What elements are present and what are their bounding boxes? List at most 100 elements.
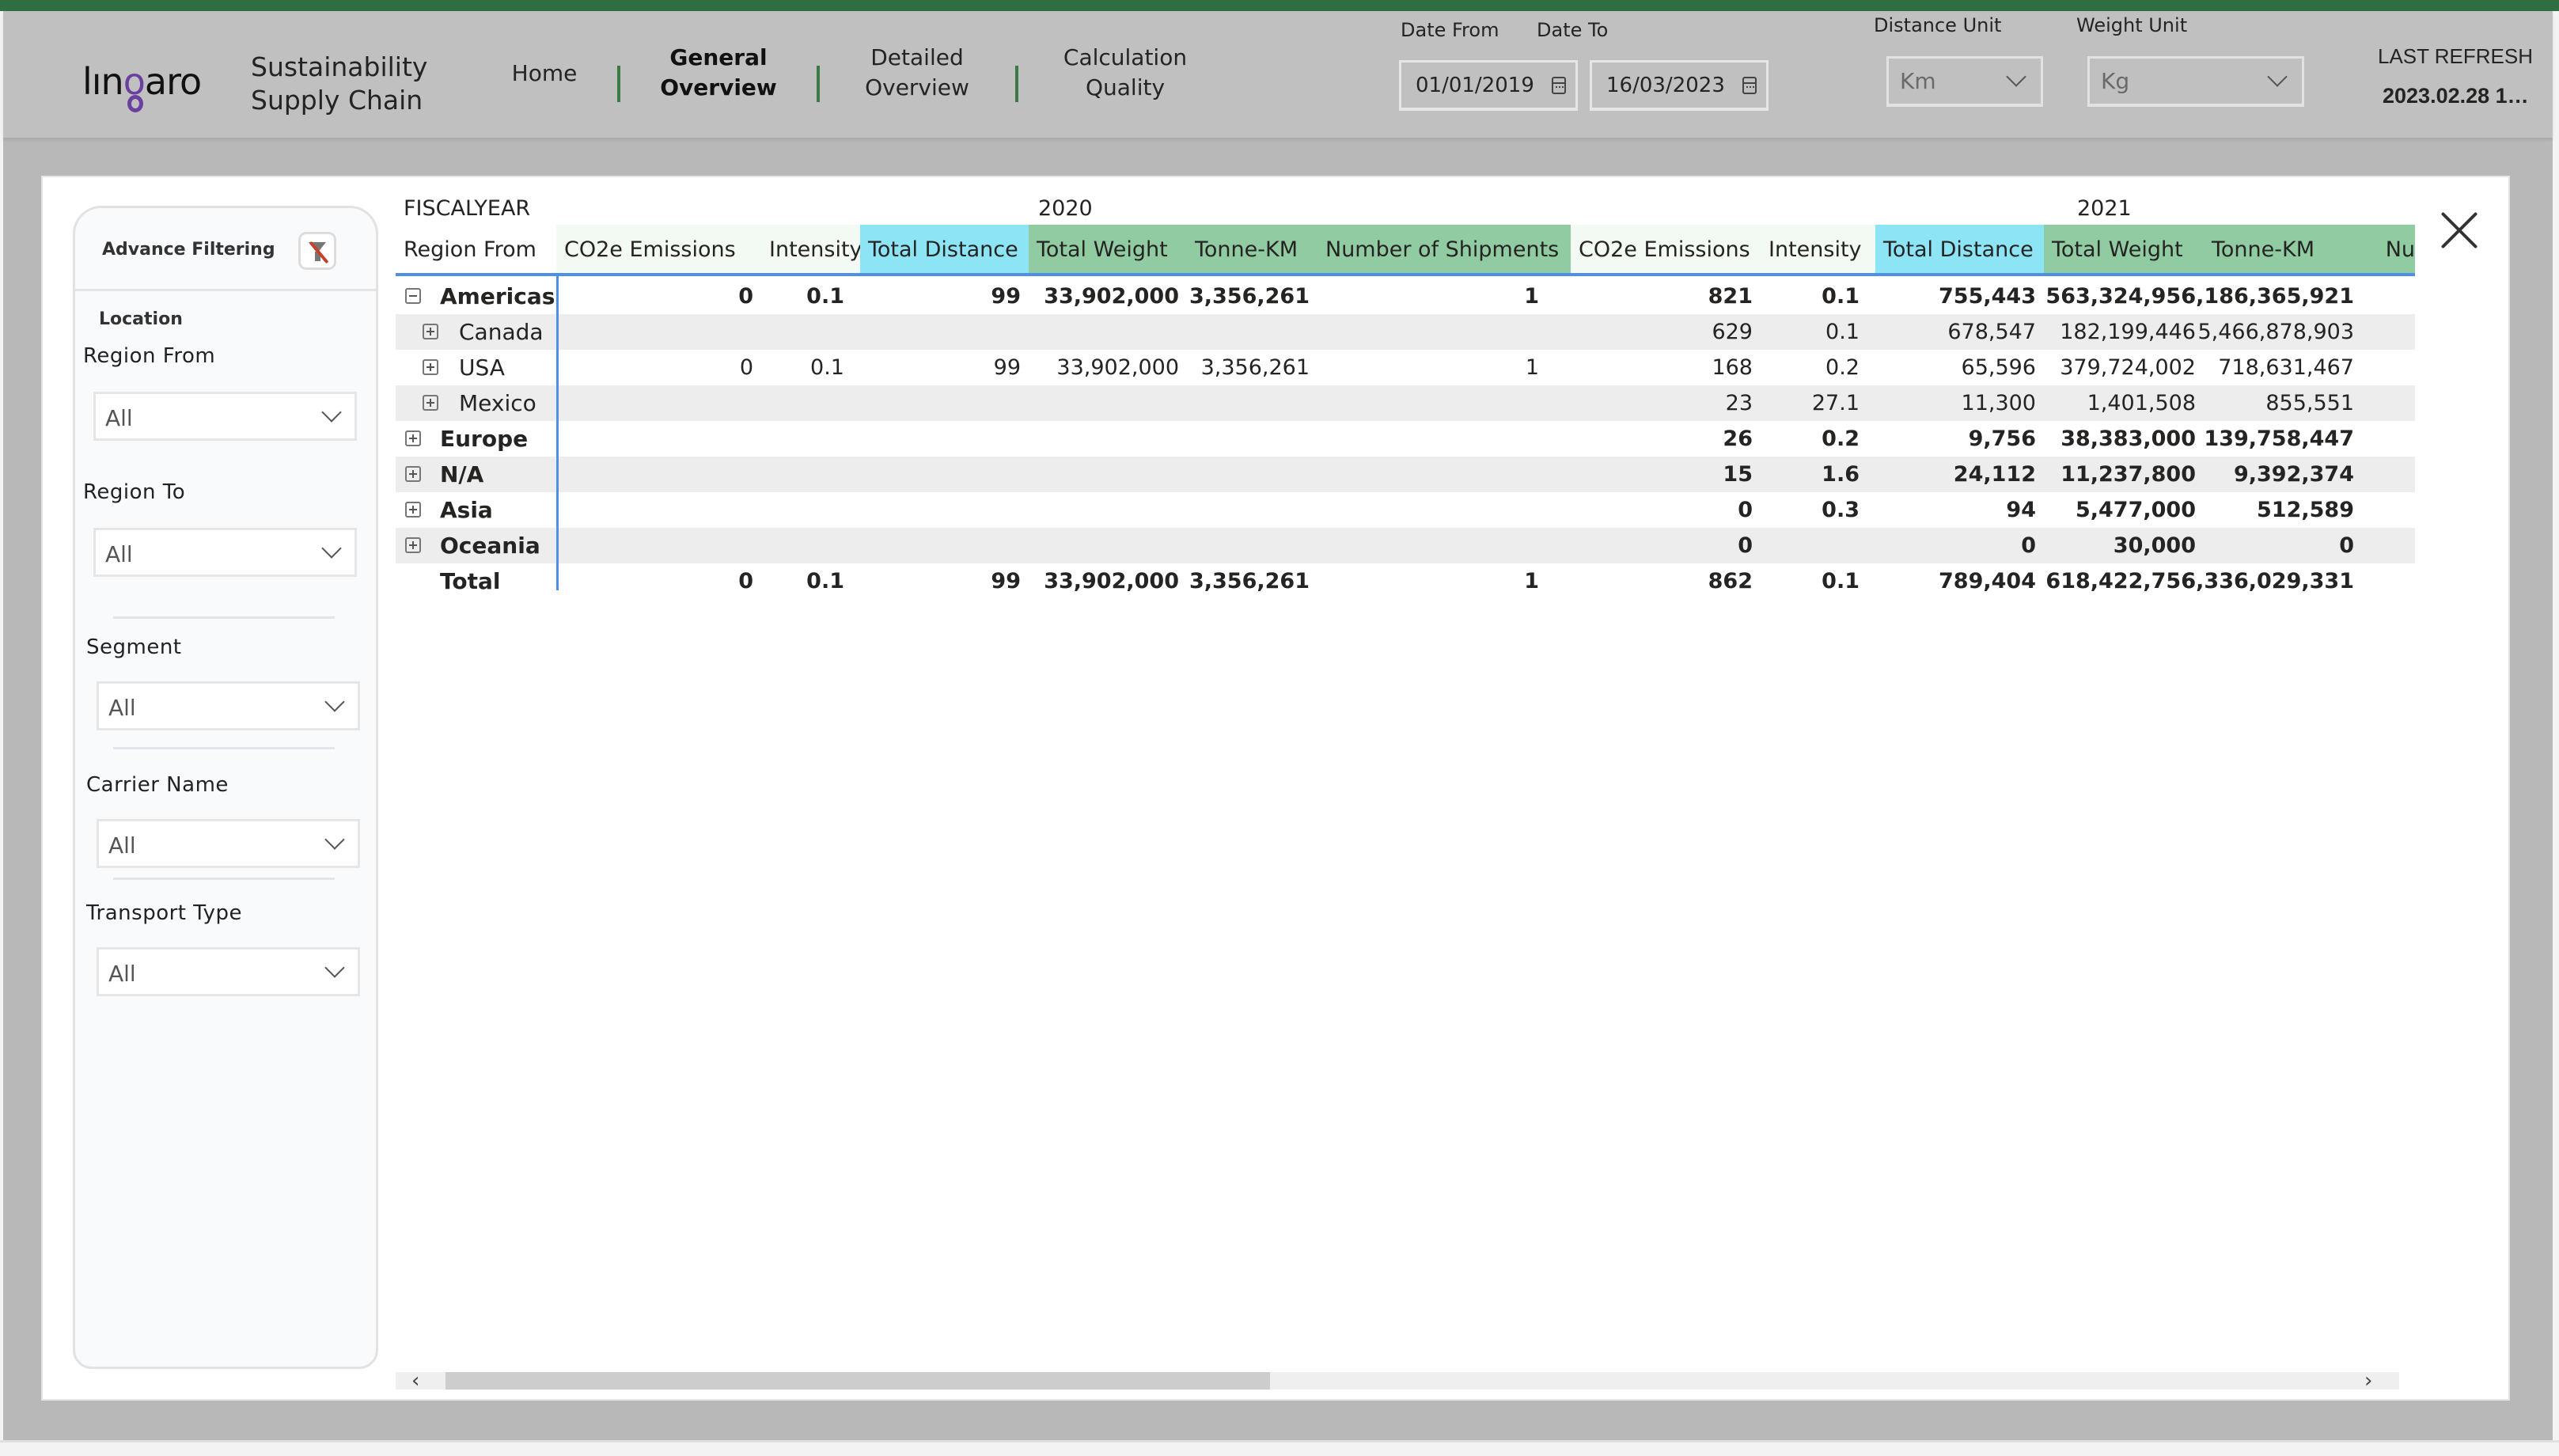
cell-2020-intensity: 0.1 [806, 569, 844, 593]
column-header-2021-total-distance[interactable]: Total Distance [1875, 225, 2044, 274]
scroll-left-arrow[interactable]: ‹ [411, 1369, 419, 1393]
segment-label: Segment [86, 635, 182, 659]
cell-2021-intensity: 1.6 [1822, 462, 1860, 487]
horizontal-scrollbar[interactable]: ‹ › [396, 1369, 2399, 1393]
cell-2021-intensity: 0.1 [1822, 569, 1860, 593]
expand-plus-icon[interactable] [423, 359, 438, 375]
table-row[interactable]: Canada 629 0.1 678,547 182,199,446 5,466,878,… [396, 314, 2415, 350]
expand-plus-icon[interactable] [405, 537, 421, 553]
nav-detailed-overview-line1: Detailed [870, 44, 964, 70]
close-icon[interactable] [2437, 207, 2481, 252]
cell-2021-total-distance: 94 [2006, 498, 2036, 522]
lingaro-logo: lınoaro [82, 59, 209, 114]
column-header-2020-total-weight[interactable]: Total Weight [1029, 225, 1187, 274]
column-header-2020-co2e-emissions[interactable]: CO2e Emissions [556, 225, 761, 274]
calendar-icon[interactable] [1552, 77, 1566, 94]
cell-2020-total-distance: 99 [993, 355, 1021, 380]
table-row[interactable]: Mexico 23 27.1 11,300 1,401,508 855,551 [396, 385, 2415, 421]
cell-2021-total-weight: 38,383,000 [2060, 427, 2196, 451]
fiscal-year-header: FISCALYEAR [404, 196, 531, 221]
expand-plus-icon[interactable] [423, 324, 438, 339]
table-row[interactable]: Americas 0 0.1 99 33,902,000 3,356,261 1 821 0.1… [396, 279, 2415, 314]
segment-dropdown[interactable]: All [97, 681, 360, 730]
distance-unit-value: Km [1900, 68, 1936, 94]
column-header-2020-total-distance[interactable]: Total Distance [860, 225, 1029, 274]
expand-plus-icon[interactable] [405, 466, 421, 482]
cell-2020-number-of-shipments: 1 [1524, 569, 1539, 593]
row-label: Total [440, 568, 501, 594]
nav-detailed-overview[interactable]: Detailed Overview [850, 43, 984, 103]
expand-plus-icon[interactable] [405, 502, 421, 518]
filter-panel-title: Advance Filtering [102, 240, 275, 260]
cell-2021-tonne-km: 718,631,467 [2218, 355, 2354, 380]
cell-2021-tonne-km: 9,392,374 [2233, 462, 2354, 487]
column-header-2021-total-weight[interactable]: Total Weight [2044, 225, 2204, 274]
cell-2021-total-weight: 563,324,956 [2045, 284, 2196, 309]
nav-calculation-quality[interactable]: Calculation Quality [1048, 43, 1203, 103]
table-row[interactable]: USA 0 0.1 99 33,902,000 3,356,261 1 168 0.2 65,59… [396, 350, 2415, 385]
row-header-region-from[interactable]: Region From [396, 225, 556, 274]
logo-text: lınoaro [82, 60, 202, 103]
distance-unit-dropdown[interactable]: Km [1886, 56, 2043, 107]
column-header-2020-intensity[interactable]: Intensity [761, 225, 860, 274]
nav-calculation-quality-line2: Quality [1085, 74, 1166, 100]
column-header-2021-co2e-emissions[interactable]: CO2e Emissions [1571, 225, 1761, 274]
region-from-label: Region From [83, 344, 216, 368]
transport-type-dropdown[interactable]: All [97, 947, 360, 996]
cell-2020-tonne-km: 3,356,261 [1189, 569, 1310, 593]
row-label: USA [459, 355, 505, 381]
table-row[interactable]: Total 0 0.1 99 33,902,000 3,356,261 1 862 0.1 789… [396, 563, 2415, 599]
carrier-name-dropdown[interactable]: All [97, 819, 360, 868]
nav-general-overview[interactable]: General Overview [650, 43, 787, 103]
expand-plus-icon[interactable] [423, 395, 438, 411]
scrollbar-thumb[interactable] [445, 1372, 1270, 1390]
date-to-input[interactable]: 16/03/2023 [1590, 60, 1769, 111]
cell-2020-total-weight: 33,902,000 [1044, 284, 1179, 309]
nav-detailed-overview-line2: Overview [865, 74, 969, 100]
column-header-2021-number-of-shipments[interactable]: Nu [2362, 225, 2415, 274]
column-header-2020-number-of-shipments[interactable]: Number of Shipments [1317, 225, 1571, 274]
cell-2020-total-distance: 99 [991, 284, 1021, 309]
cell-2021-co2e-emissions: 168 [1712, 355, 1753, 380]
cell-2021-tonne-km: 5,466,878,903 [2197, 320, 2354, 344]
nav-home[interactable]: Home [505, 59, 584, 89]
cell-2020-co2e-emissions: 0 [738, 284, 753, 309]
nav-calculation-quality-line1: Calculation [1063, 44, 1188, 70]
table-row[interactable]: N/A 15 1.6 24,112 11,237,800 9,392,374 [396, 457, 2415, 492]
cell-2021-intensity: 0.1 [1822, 284, 1860, 309]
region-from-dropdown[interactable]: All [93, 392, 357, 441]
cell-2021-total-distance: 9,756 [1968, 427, 2036, 451]
cell-2021-tonne-km: 512,589 [2257, 498, 2354, 522]
distance-unit-label: Distance Unit [1874, 14, 2002, 36]
date-from-input[interactable]: 01/01/2019 [1399, 60, 1578, 111]
chevron-down-icon [321, 538, 342, 559]
header-underline [396, 273, 2415, 276]
footer-strip [0, 1440, 2559, 1456]
cell-2021-co2e-emissions: 821 [1708, 284, 1753, 309]
table-row[interactable]: Europe 26 0.2 9,756 38,383,000 139,758,447 [396, 421, 2415, 457]
scroll-right-arrow[interactable]: › [2364, 1369, 2372, 1393]
column-header-2021-intensity[interactable]: Intensity [1761, 225, 1875, 274]
weight-unit-dropdown[interactable]: Kg [2087, 56, 2304, 107]
column-header-2020-tonne-km[interactable]: Tonne-KM [1187, 225, 1317, 274]
region-to-dropdown[interactable]: All [93, 528, 357, 577]
carrier-name-value: All [108, 832, 136, 859]
table-row[interactable]: Oceania 0 0 30,000 0 [396, 528, 2415, 563]
date-from-label: Date From [1401, 19, 1499, 41]
cell-2021-intensity: 0.1 [1825, 320, 1860, 344]
cell-2021-tonne-km: 139,758,447 [2204, 427, 2354, 451]
cell-2021-total-weight: 379,724,002 [2060, 355, 2196, 380]
cell-2021-total-distance: 65,596 [1961, 355, 2036, 380]
column-header-2021-tonne-km[interactable]: Tonne-KM [2204, 225, 2362, 274]
expand-plus-icon[interactable] [405, 430, 421, 446]
cell-2020-co2e-emissions: 0 [738, 569, 753, 593]
table-row[interactable]: Asia 0 0.3 94 5,477,000 512,589 [396, 492, 2415, 528]
collapse-minus-icon[interactable] [405, 288, 421, 304]
cell-2021-total-distance: 0 [2021, 533, 2036, 558]
cell-2021-total-distance: 24,112 [1953, 462, 2036, 487]
region-from-value: All [105, 405, 133, 431]
filter-divider [113, 878, 335, 880]
clear-filters-button[interactable] [298, 232, 336, 270]
cell-2020-co2e-emissions: 0 [739, 355, 753, 380]
calendar-icon[interactable] [1742, 77, 1757, 94]
